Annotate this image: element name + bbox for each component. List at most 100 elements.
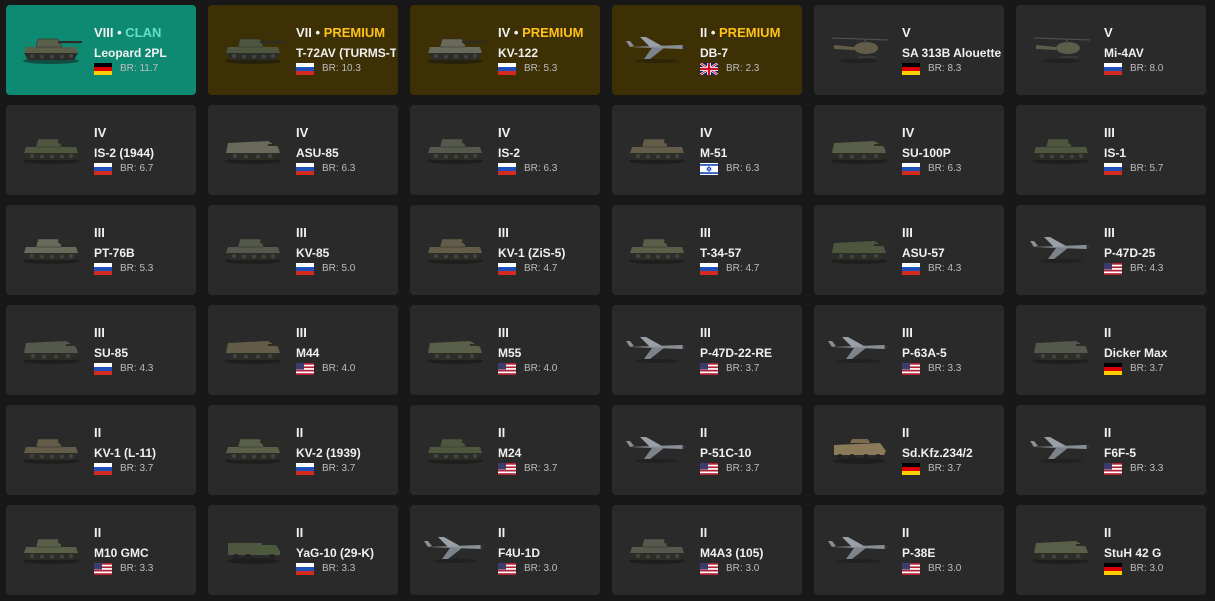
vehicle-name: ASU-85 <box>296 146 339 160</box>
tank-icon <box>622 125 692 167</box>
vehicle-rank-line: II • PREMIUM <box>700 25 800 40</box>
vehicle-card[interactable]: II M24 BR: 3.7 <box>410 405 600 495</box>
rank-separator: • <box>510 25 523 40</box>
vehicle-card[interactable]: II StuH 42 G BR: 3.0 <box>1016 505 1206 595</box>
vehicle-rank: II <box>498 425 506 440</box>
vehicle-name: PT-76B <box>94 246 135 260</box>
vehicle-card[interactable]: II YaG-10 (29-K) BR: 3.3 <box>208 505 398 595</box>
vehicle-info: II F6F-5 BR: 3.3 <box>1104 425 1204 475</box>
tank-icon <box>622 225 692 267</box>
spg-icon <box>16 325 86 367</box>
vehicle-card[interactable]: IV M-51 BR: 6.3 <box>612 105 802 195</box>
vehicle-card[interactable]: III M44 BR: 4.0 <box>208 305 398 395</box>
vehicle-card[interactable]: III T-34-57 BR: 4.7 <box>612 205 802 295</box>
flag-russia-icon <box>296 263 314 275</box>
flag-usa-icon <box>1104 263 1122 275</box>
vehicle-info: IV M-51 BR: 6.3 <box>700 125 800 175</box>
vehicle-card[interactable]: II Dicker Max BR: 3.7 <box>1016 305 1206 395</box>
flag-israel-icon <box>700 163 718 175</box>
vehicle-br-line: BR: 3.7 <box>296 463 396 475</box>
vehicle-rank: II <box>94 525 102 540</box>
vehicle-br-line: BR: 3.7 <box>498 463 598 475</box>
plane-icon <box>824 525 894 567</box>
vehicle-br-line: BR: 6.3 <box>498 163 598 175</box>
vehicle-rank-line: II <box>902 525 1002 540</box>
vehicle-card[interactable]: IV ASU-85 BR: 6.3 <box>208 105 398 195</box>
vehicle-card[interactable]: III KV-1 (ZiS-5) BR: 4.7 <box>410 205 600 295</box>
vehicle-card[interactable]: II M10 GMC BR: 3.3 <box>6 505 196 595</box>
vehicle-br-line: BR: 3.3 <box>94 563 194 575</box>
flag-russia-icon <box>94 263 112 275</box>
vehicle-card[interactable]: VIII • CLAN Leopard 2PL BR: 11.7 <box>6 5 196 95</box>
battle-rating: BR: 6.3 <box>928 163 962 174</box>
vehicle-rank: VIII <box>94 25 114 40</box>
vehicle-br-line: BR: 3.7 <box>700 463 800 475</box>
vehicle-name: IS-1 <box>1104 146 1127 160</box>
vehicle-card[interactable]: III KV-85 BR: 5.0 <box>208 205 398 295</box>
vehicle-card[interactable]: III PT-76B BR: 5.3 <box>6 205 196 295</box>
vehicle-card[interactable]: II • PREMIUM DB-7 BR: 2.3 <box>612 5 802 95</box>
flag-usa-icon <box>700 463 718 475</box>
vehicle-name: P-47D-22-RE <box>700 346 773 360</box>
vehicle-rank-line: IV <box>902 125 1002 140</box>
vehicle-info: III IS-1 BR: 5.7 <box>1104 125 1204 175</box>
vehicle-name: F4U-1D <box>498 546 541 560</box>
vehicle-card[interactable]: III M55 BR: 4.0 <box>410 305 600 395</box>
tank-icon <box>16 125 86 167</box>
plane-icon <box>420 525 490 567</box>
vehicle-card[interactable]: III SU-85 BR: 4.3 <box>6 305 196 395</box>
vehicle-card[interactable]: V Mi-4AV BR: 8.0 <box>1016 5 1206 95</box>
vehicle-br-line: BR: 5.3 <box>498 63 598 75</box>
vehicle-card[interactable]: II M4A3 (105) BR: 3.0 <box>612 505 802 595</box>
heli-icon <box>824 25 894 67</box>
tank-icon <box>16 425 86 467</box>
vehicle-card[interactable]: IV IS-2 (1944) BR: 6.7 <box>6 105 196 195</box>
tank-icon <box>420 225 490 267</box>
battle-rating: BR: 4.3 <box>928 263 962 274</box>
battle-rating: BR: 3.0 <box>1130 563 1164 574</box>
vehicle-br-line: BR: 6.3 <box>296 163 396 175</box>
vehicle-br-line: BR: 3.7 <box>902 463 1002 475</box>
vehicle-br-line: BR: 3.0 <box>700 563 800 575</box>
vehicle-card[interactable]: III P-47D-25 BR: 4.3 <box>1016 205 1206 295</box>
vehicle-br-line: BR: 3.0 <box>498 563 598 575</box>
vehicle-card[interactable]: III P-63A-5 BR: 3.3 <box>814 305 1004 395</box>
battle-rating: BR: 6.3 <box>726 163 760 174</box>
vehicle-card[interactable]: II KV-2 (1939) BR: 3.7 <box>208 405 398 495</box>
vehicle-name: SU-100P <box>902 146 951 160</box>
vehicle-card[interactable]: V SA 313B Alouette II BR: 8.3 <box>814 5 1004 95</box>
vehicle-br-line: BR: 8.3 <box>902 63 1002 75</box>
vehicle-card[interactable]: II KV-1 (L-11) BR: 3.7 <box>6 405 196 495</box>
vehicle-rank: III <box>700 225 711 240</box>
vehicle-rank-line: II <box>296 425 396 440</box>
battle-rating: BR: 8.0 <box>1130 63 1164 74</box>
vehicle-card[interactable]: II P-38E BR: 3.0 <box>814 505 1004 595</box>
vehicle-rank-line: III <box>700 325 800 340</box>
vehicle-card[interactable]: II F6F-5 BR: 3.3 <box>1016 405 1206 495</box>
vehicle-rank-line: IV <box>94 125 194 140</box>
vehicle-br-line: BR: 4.7 <box>700 263 800 275</box>
vehicle-card[interactable]: III ASU-57 BR: 4.3 <box>814 205 1004 295</box>
vehicle-rank-line: IV <box>296 125 396 140</box>
vehicle-card[interactable]: II Sd.Kfz.234/2 BR: 3.7 <box>814 405 1004 495</box>
flag-russia-icon <box>498 263 516 275</box>
vehicle-card[interactable]: IV • PREMIUM KV-122 BR: 5.3 <box>410 5 600 95</box>
flag-germany-icon <box>94 63 112 75</box>
vehicle-rank: V <box>902 25 911 40</box>
vehicle-name: KV-85 <box>296 246 330 260</box>
vehicle-card[interactable]: II F4U-1D BR: 3.0 <box>410 505 600 595</box>
vehicle-card[interactable]: IV IS-2 BR: 6.3 <box>410 105 600 195</box>
vehicle-info: II P-51C-10 BR: 3.7 <box>700 425 800 475</box>
vehicle-card[interactable]: IV SU-100P BR: 6.3 <box>814 105 1004 195</box>
vehicle-name: F6F-5 <box>1104 446 1137 460</box>
vehicle-card[interactable]: VII • PREMIUM T-72AV (TURMS-T) BR: 10.3 <box>208 5 398 95</box>
vehicle-br-line: BR: 3.3 <box>1104 463 1204 475</box>
battle-rating: BR: 5.3 <box>120 263 154 274</box>
battle-rating: BR: 4.0 <box>322 363 356 374</box>
vehicle-card[interactable]: III P-47D-22-RE BR: 3.7 <box>612 305 802 395</box>
flag-usa-icon <box>902 363 920 375</box>
vehicle-info: II Sd.Kfz.234/2 BR: 3.7 <box>902 425 1002 475</box>
battle-rating: BR: 3.7 <box>928 463 962 474</box>
vehicle-card[interactable]: III IS-1 BR: 5.7 <box>1016 105 1206 195</box>
vehicle-card[interactable]: II P-51C-10 BR: 3.7 <box>612 405 802 495</box>
